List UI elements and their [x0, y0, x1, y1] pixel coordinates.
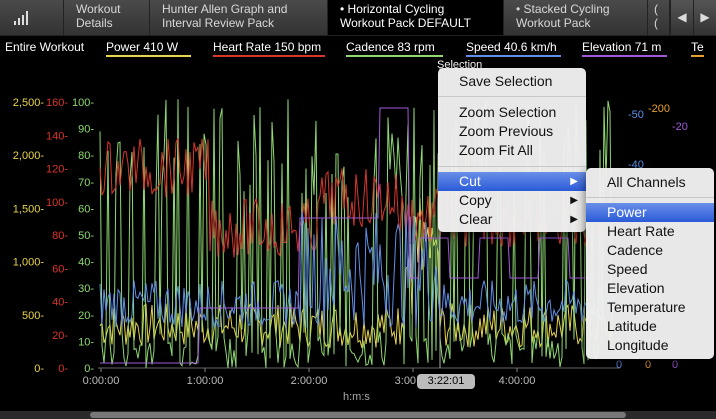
submenu-arrow-icon: ▶	[570, 176, 578, 187]
menu-copy[interactable]: Copy ▶	[438, 191, 586, 210]
scrollbar-thumb[interactable]	[90, 412, 626, 418]
hr-tick-label: 0-	[58, 363, 68, 375]
hr-tick-label: 120-	[46, 164, 68, 176]
legend-power[interactable]: Power 410 W	[106, 40, 191, 57]
x-tick-label: 1:00:00	[187, 375, 224, 387]
cadence-tick-label: 90-	[78, 124, 94, 136]
tab-horizontal-cycling[interactable]: • Horizontal Cycling Workout Pack DEFAUL…	[328, 0, 504, 35]
menu-save-selection[interactable]: Save Selection	[438, 72, 586, 91]
tabs-prev-button[interactable]: ◀	[670, 0, 693, 35]
speed-tick-label: 0	[616, 359, 622, 371]
hr-tick-label: 100-	[46, 197, 68, 209]
submenu-arrow-icon: ▶	[570, 214, 578, 225]
tab-label: Hunter Allen Graph and	[162, 2, 288, 16]
x-tick-label: 2:00:00	[291, 375, 328, 387]
chevron-left-icon: ◀	[677, 10, 687, 24]
cadence-tick-label: 0-	[84, 363, 94, 375]
chevron-right-icon: ▶	[700, 10, 710, 24]
legend-entire-workout[interactable]: Entire Workout	[5, 40, 84, 57]
tab-label: Workout Pack DEFAULT	[340, 16, 471, 30]
bar-chart-icon	[14, 11, 28, 25]
submenu-heart-rate[interactable]: Heart Rate	[586, 222, 714, 241]
channel-legend: Entire Workout Power 410 W Heart Rate 15…	[0, 38, 716, 58]
tab-label: Workout	[76, 2, 121, 16]
menu-zoom-fit-all[interactable]: Zoom Fit All	[438, 141, 586, 160]
submenu-power[interactable]: Power	[586, 203, 714, 222]
tab-label: Interval Review Pack	[162, 16, 275, 30]
cadence-tick-label: 80-	[78, 150, 94, 162]
submenu-longitude[interactable]: Longitude	[586, 336, 714, 355]
menu-separator	[438, 96, 586, 97]
power-tick-label: 1,500-	[13, 203, 45, 215]
legend-temperature[interactable]: Te	[691, 40, 704, 57]
cursor-time-badge: 3:22:01	[417, 374, 475, 389]
cadence-tick-label: 60-	[78, 203, 94, 215]
submenu-arrow-icon: ▶	[570, 195, 578, 206]
hr-tick-label: 60-	[52, 263, 68, 275]
menu-cut[interactable]: Cut ▶	[438, 172, 586, 191]
speed-tick-label: -50	[628, 109, 644, 121]
cadence-tick-label: 30-	[78, 283, 94, 295]
cadence-tick-label: 100-	[72, 97, 94, 109]
temperature-tick-label: 0	[672, 359, 678, 371]
submenu-speed[interactable]: Speed	[586, 260, 714, 279]
power-tick-label: 2,500-	[13, 97, 45, 109]
tab-label: • Horizontal Cycling	[340, 2, 445, 16]
menu-clear[interactable]: Clear ▶	[438, 210, 586, 229]
x-tick-label: 4:00:00	[499, 375, 536, 387]
tab-label: (	[654, 16, 658, 30]
cadence-tick-label: 10-	[78, 336, 94, 348]
hr-tick-label: 140-	[46, 130, 68, 142]
submenu-latitude[interactable]: Latitude	[586, 317, 714, 336]
context-menu: Save Selection Zoom Selection Zoom Previ…	[438, 68, 586, 232]
legend-speed[interactable]: Speed 40.6 km/h	[466, 40, 561, 57]
tab-workout-details[interactable]: Workout Details	[64, 0, 150, 35]
submenu-temperature[interactable]: Temperature	[586, 298, 714, 317]
menu-separator	[586, 197, 714, 198]
cut-submenu: All Channels Power Heart Rate Cadence Sp…	[586, 168, 714, 359]
tab-label: • Stacked Cycling	[516, 2, 610, 16]
power-tick-label: 2,000-	[13, 150, 45, 162]
x-axis-label: h:m:s	[343, 391, 370, 403]
legend-heart-rate[interactable]: Heart Rate 150 bpm	[213, 40, 325, 57]
cadence-tick-label: 70-	[78, 177, 94, 189]
menu-separator	[438, 166, 586, 167]
hr-tick-label: 160-	[46, 97, 68, 109]
cadence-tick-label: 40-	[78, 257, 94, 269]
menu-copy-label: Copy	[459, 192, 492, 208]
power-tick-label: 0-	[34, 363, 44, 375]
submenu-all-channels[interactable]: All Channels	[586, 173, 714, 192]
power-tick-label: 500-	[22, 310, 44, 322]
hr-tick-label: 20-	[52, 330, 68, 342]
temperature-tick-label: -20	[672, 121, 688, 133]
elevation-tick-label: -200	[648, 103, 670, 115]
tab-hunter-allen[interactable]: Hunter Allen Graph and Interval Review P…	[150, 0, 328, 35]
elevation-tick-label: 0	[645, 359, 651, 371]
tab-label: Details	[76, 16, 113, 30]
chart-toggle-tab[interactable]	[0, 0, 64, 35]
horizontal-scrollbar[interactable]	[0, 411, 716, 419]
menu-clear-label: Clear	[459, 211, 493, 227]
menu-cut-label: Cut	[459, 173, 481, 189]
tab-overflow[interactable]: ( (	[648, 0, 670, 35]
menu-zoom-selection[interactable]: Zoom Selection	[438, 103, 586, 122]
tab-stacked-cycling[interactable]: • Stacked Cycling Workout Pack	[504, 0, 648, 35]
hr-tick-label: 40-	[52, 297, 68, 309]
legend-elevation[interactable]: Elevation 71 m	[582, 40, 667, 57]
cadence-tick-label: 50-	[78, 230, 94, 242]
tab-label: Workout Pack	[516, 16, 591, 30]
submenu-cadence[interactable]: Cadence	[586, 241, 714, 260]
power-tick-label: 1,000-	[13, 257, 45, 269]
tab-bar: Workout Details Hunter Allen Graph and I…	[0, 0, 716, 36]
x-tick-label: 0:00:00	[83, 375, 120, 387]
cadence-tick-label: 20-	[78, 310, 94, 322]
hr-tick-label: 80-	[52, 230, 68, 242]
menu-zoom-previous[interactable]: Zoom Previous	[438, 122, 586, 141]
submenu-elevation[interactable]: Elevation	[586, 279, 714, 298]
legend-cadence[interactable]: Cadence 83 rpm	[346, 40, 443, 57]
tab-label: (	[654, 2, 658, 16]
tabs-next-button[interactable]: ▶	[693, 0, 716, 35]
